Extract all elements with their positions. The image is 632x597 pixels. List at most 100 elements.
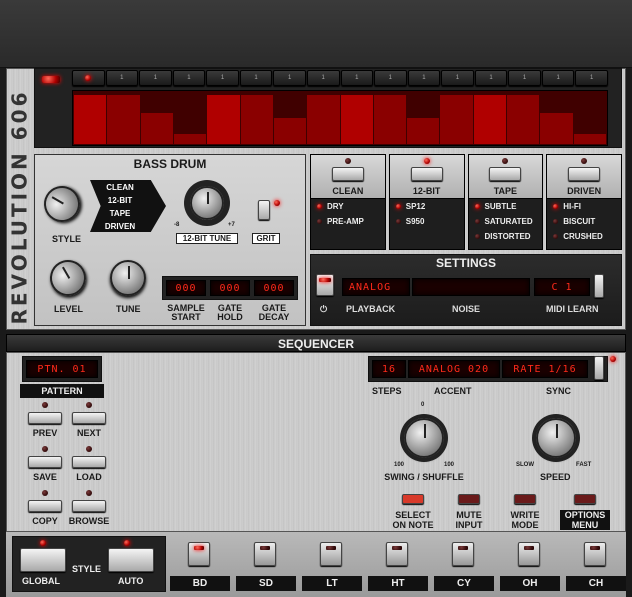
fx-option[interactable]: SP12 [390, 199, 464, 214]
style-option[interactable]: 12-BIT [100, 194, 140, 207]
pad-led [194, 546, 204, 550]
option-label: BISCUIT [563, 217, 596, 226]
step-button-9[interactable]: 1 [340, 70, 374, 86]
midi-learn-display[interactable]: C 1 [534, 278, 590, 296]
pattern-display[interactable]: PTN. 01 [26, 360, 98, 378]
step-button-2[interactable]: 1 [105, 70, 139, 86]
fx-button[interactable] [568, 167, 601, 181]
sync-label: SYNC [546, 386, 572, 396]
step-button-3[interactable]: 1 [139, 70, 172, 86]
step-number: 1 [455, 75, 460, 81]
pad-label: LT [302, 576, 362, 591]
12bit-tune-knob[interactable] [190, 186, 224, 220]
step-button-12[interactable]: 1 [441, 70, 474, 86]
step-button-16[interactable]: 1 [575, 70, 608, 86]
write-mode-button[interactable] [514, 494, 536, 504]
accent-display[interactable]: ANALOG 020 [408, 360, 500, 378]
step-button-11[interactable]: 1 [407, 70, 441, 86]
midi-learn-toggle[interactable] [594, 274, 604, 298]
pad-oh[interactable]: OH [500, 536, 560, 592]
option-label: S950 [405, 217, 425, 226]
grit-toggle[interactable] [258, 200, 270, 220]
fx-option[interactable]: SUBTLE [469, 199, 543, 214]
fx-option[interactable]: DISTORTED [469, 229, 543, 244]
pattern-label: PATTERN [20, 384, 104, 398]
select-on-note-button[interactable] [402, 494, 424, 504]
browse-button[interactable] [72, 500, 106, 512]
style-option[interactable]: CLEAN [100, 181, 140, 194]
next-button[interactable] [72, 412, 106, 424]
steps-display[interactable]: 16 [372, 360, 406, 378]
fx-header[interactable]: TAPE [468, 155, 543, 199]
step-button-1[interactable] [72, 70, 105, 86]
sequencer-title: SEQUENCER [277, 337, 354, 351]
fx-header[interactable]: DRIVEN [547, 155, 621, 199]
prev-button[interactable] [28, 412, 62, 424]
mute-input-button[interactable] [458, 494, 480, 504]
midi-learn-label: MIDI LEARN [546, 304, 599, 314]
save-button[interactable] [28, 456, 62, 468]
playback-display[interactable]: ANALOG [342, 278, 410, 296]
pad-ch[interactable]: CH [566, 536, 626, 592]
step-led [85, 75, 92, 81]
option-label: CRUSHED [563, 232, 603, 241]
fx-option[interactable]: PRE-AMP [311, 214, 385, 229]
step-button-6[interactable]: 1 [239, 70, 273, 86]
global-button[interactable] [20, 548, 66, 572]
fx-button[interactable] [410, 167, 443, 181]
load-button[interactable] [72, 456, 106, 468]
step-button-15[interactable]: 1 [541, 70, 575, 86]
tune-knob[interactable] [110, 260, 146, 296]
fx-button[interactable] [331, 167, 364, 181]
style-option[interactable]: DRIVEN [100, 220, 140, 233]
auto-led [124, 540, 130, 546]
gate-decay-display[interactable]: 000 [254, 280, 294, 296]
step-button-13[interactable]: 1 [474, 70, 508, 86]
fx-option[interactable]: S950 [390, 214, 464, 229]
pad-sd[interactable]: SD [236, 536, 296, 592]
auto-button[interactable] [108, 548, 154, 572]
pad-bd[interactable]: BD [170, 536, 230, 592]
settings-power-button[interactable] [316, 274, 334, 296]
velocity-bar [74, 94, 107, 144]
options-menu-button[interactable] [574, 494, 596, 504]
copy-button[interactable] [28, 500, 62, 512]
step-button-10[interactable]: 1 [374, 70, 407, 86]
sync-toggle[interactable] [594, 356, 604, 380]
fx-button[interactable] [489, 167, 522, 181]
save-led [42, 446, 48, 452]
fx-option[interactable]: DRY [311, 199, 385, 214]
global-label: GLOBAL [22, 576, 60, 586]
step-button-7[interactable]: 1 [273, 70, 306, 86]
option-label: DISTORTED [484, 232, 531, 241]
speed-knob[interactable] [536, 418, 576, 458]
fx-option[interactable]: SATURATED [469, 214, 543, 229]
swing-knob[interactable] [404, 418, 444, 458]
pad-label: HT [368, 576, 428, 591]
step-number: 1 [187, 75, 191, 81]
option-label: HI-FI [563, 202, 582, 211]
step-button-8[interactable]: 1 [306, 70, 340, 86]
fx-option[interactable]: BISCUIT [547, 214, 621, 229]
step-button-4[interactable]: 1 [172, 70, 206, 86]
sample-start-display[interactable]: 000 [166, 280, 206, 296]
step-button-14[interactable]: 1 [508, 70, 541, 86]
pad-ht[interactable]: HT [368, 536, 428, 592]
fx-header[interactable]: CLEAN [311, 155, 385, 199]
pad-cy[interactable]: CY [434, 536, 494, 592]
noise-display[interactable] [412, 278, 530, 296]
next-led [86, 402, 92, 408]
pad-lt[interactable]: LT [302, 536, 362, 592]
rate-display[interactable]: RATE 1/16 [502, 360, 588, 378]
sample-start-label: SAMPLE START [167, 303, 205, 322]
step-velocity-display[interactable] [72, 90, 608, 146]
style-option[interactable]: TAPE [100, 207, 140, 220]
copy-label: COPY [32, 516, 58, 526]
logo: REVOLUTION 606 [7, 89, 31, 325]
gate-hold-display[interactable]: 000 [210, 280, 250, 296]
fx-header[interactable]: 12-BIT [389, 155, 464, 199]
step-button-5[interactable]: 1 [206, 70, 239, 86]
fx-option[interactable]: CRUSHED [547, 229, 621, 244]
fx-option[interactable]: HI-FI [547, 199, 621, 214]
velocity-bar [240, 94, 273, 144]
